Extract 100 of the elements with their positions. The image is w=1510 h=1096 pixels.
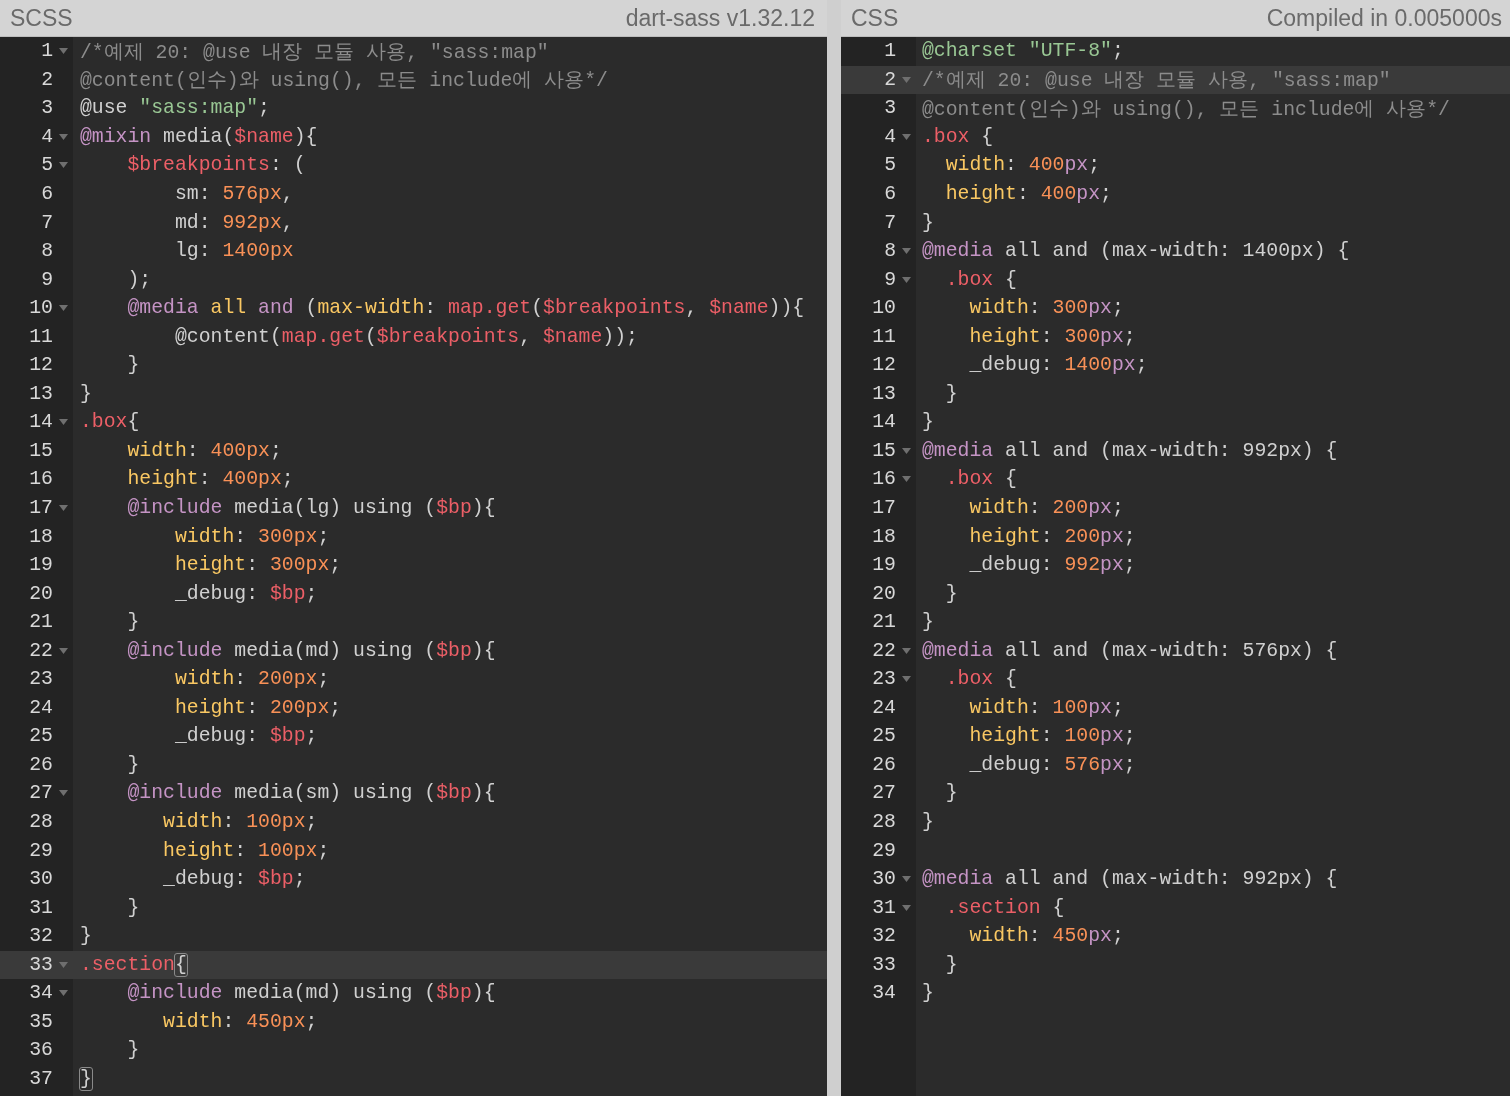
- code-line: }: [126, 611, 140, 634]
- code-line: width: 100px;: [162, 811, 318, 834]
- fold-arrow-icon[interactable]: [901, 276, 911, 283]
- line-number: 16: [872, 468, 896, 491]
- line-number: 10: [29, 297, 53, 320]
- code-line: width: 450px;: [162, 1010, 318, 1033]
- code-line: }: [944, 782, 958, 805]
- code-line: sm: 576px,: [173, 183, 294, 205]
- fold-arrow-icon[interactable]: [58, 162, 68, 169]
- line-number: 32: [872, 925, 896, 948]
- line-number: 33: [29, 953, 53, 976]
- fold-arrow-icon[interactable]: [58, 305, 68, 312]
- code-line: }: [126, 896, 140, 919]
- fold-arrow-icon[interactable]: [901, 904, 911, 911]
- code-line: width: 450px;: [968, 925, 1124, 948]
- line-number: 7: [41, 211, 53, 234]
- fold-arrow-icon[interactable]: [58, 505, 68, 511]
- code-line: width: 200px;: [968, 497, 1124, 519]
- line-number: 32: [29, 925, 53, 948]
- line-number: 17: [29, 497, 53, 519]
- code-line: height: 100px;: [162, 839, 330, 862]
- code-line: .box {: [922, 125, 994, 148]
- fold-arrow-icon[interactable]: [901, 476, 911, 483]
- line-number: 31: [872, 896, 896, 919]
- code-line: .section{: [80, 953, 187, 976]
- code-line: @media all and (max-width: 1400px) {: [922, 240, 1350, 263]
- code-line: }: [126, 1039, 140, 1062]
- line-number: 5: [41, 154, 53, 177]
- code-line: );: [126, 268, 152, 291]
- fold-arrow-icon[interactable]: [901, 76, 911, 83]
- line-number: 12: [29, 354, 53, 377]
- line-number: 28: [29, 811, 53, 834]
- code-line: @include media(sm) using ($bp){: [126, 782, 496, 805]
- line-number: 7: [884, 211, 896, 234]
- code-line: height: 300px;: [173, 554, 342, 577]
- code-line: lg: 1400px: [173, 240, 294, 263]
- line-number: 3: [884, 97, 896, 120]
- line-number: 1: [884, 40, 896, 63]
- code-line: .box {: [944, 268, 1017, 291]
- line-number: 29: [872, 839, 896, 862]
- line-number: 9: [41, 268, 53, 291]
- code-line: md: 992px,: [173, 211, 294, 234]
- code-line: @content(인수)와 using(), 모든 include에 사용*/: [80, 69, 608, 94]
- line-number: 18: [872, 525, 896, 548]
- code-line: }: [944, 953, 958, 976]
- line-number: 37: [29, 1067, 53, 1090]
- code-line: .box {: [944, 468, 1017, 491]
- code-line: @media all and (max-width: map.get($breakpoints, $name)){: [126, 297, 805, 320]
- code-line: }: [126, 753, 140, 776]
- line-number: 4: [41, 125, 53, 148]
- line-number: 35: [29, 1010, 53, 1033]
- line-number: 18: [29, 525, 53, 548]
- line-number: 34: [29, 982, 53, 1005]
- fold-arrow-icon[interactable]: [901, 647, 911, 654]
- code-line: }: [922, 982, 934, 1005]
- line-number: 9: [884, 268, 896, 291]
- code-line: @media all and (max-width: 992px) {: [922, 868, 1338, 891]
- line-number: 14: [29, 411, 53, 434]
- fold-arrow-icon[interactable]: [58, 990, 68, 997]
- line-number: 6: [884, 183, 896, 205]
- fold-arrow-icon[interactable]: [901, 248, 911, 255]
- code-line: height: 300px;: [968, 325, 1136, 348]
- line-number: 15: [29, 439, 53, 462]
- fold-arrow-icon[interactable]: [58, 790, 68, 797]
- code-line: height: 400px;: [126, 468, 294, 491]
- line-number: 1: [41, 40, 53, 63]
- line-number: 24: [29, 696, 53, 719]
- line-number: 20: [29, 582, 53, 605]
- fold-arrow-icon[interactable]: [901, 447, 911, 454]
- code-line: $breakpoints: (: [126, 154, 306, 177]
- code-line: _debug: $bp;: [162, 868, 306, 891]
- fold-arrow-icon[interactable]: [901, 676, 911, 683]
- line-number: 30: [29, 868, 53, 891]
- line-number: 6: [41, 183, 53, 205]
- fold-arrow-icon[interactable]: [58, 133, 68, 140]
- line-number: 14: [872, 411, 896, 434]
- fold-arrow-icon[interactable]: [901, 133, 911, 140]
- code-line: }: [944, 382, 958, 405]
- line-number: 23: [872, 668, 896, 691]
- code-line: .box {: [944, 668, 1017, 691]
- fold-arrow-icon[interactable]: [58, 419, 68, 426]
- fold-arrow-icon[interactable]: [901, 876, 911, 883]
- code-line: }: [922, 211, 934, 234]
- code-line: width: 300px;: [968, 297, 1124, 320]
- line-number: 26: [29, 753, 53, 776]
- line-number: 34: [872, 982, 896, 1005]
- line-number: 10: [872, 297, 896, 320]
- code-line: width: 300px;: [173, 525, 330, 548]
- fold-arrow-icon[interactable]: [58, 647, 68, 654]
- line-number: 29: [29, 839, 53, 862]
- line-number: 23: [29, 668, 53, 691]
- fold-arrow-icon[interactable]: [58, 48, 68, 55]
- fold-arrow-icon[interactable]: [58, 961, 68, 968]
- code-line: @media all and (max-width: 576px) {: [922, 639, 1338, 662]
- line-number: 28: [872, 811, 896, 834]
- line-number: 2: [41, 68, 53, 91]
- line-number: 33: [872, 953, 896, 976]
- code-line: .box{: [80, 411, 140, 434]
- line-number: 24: [872, 696, 896, 719]
- line-number: 12: [872, 354, 896, 377]
